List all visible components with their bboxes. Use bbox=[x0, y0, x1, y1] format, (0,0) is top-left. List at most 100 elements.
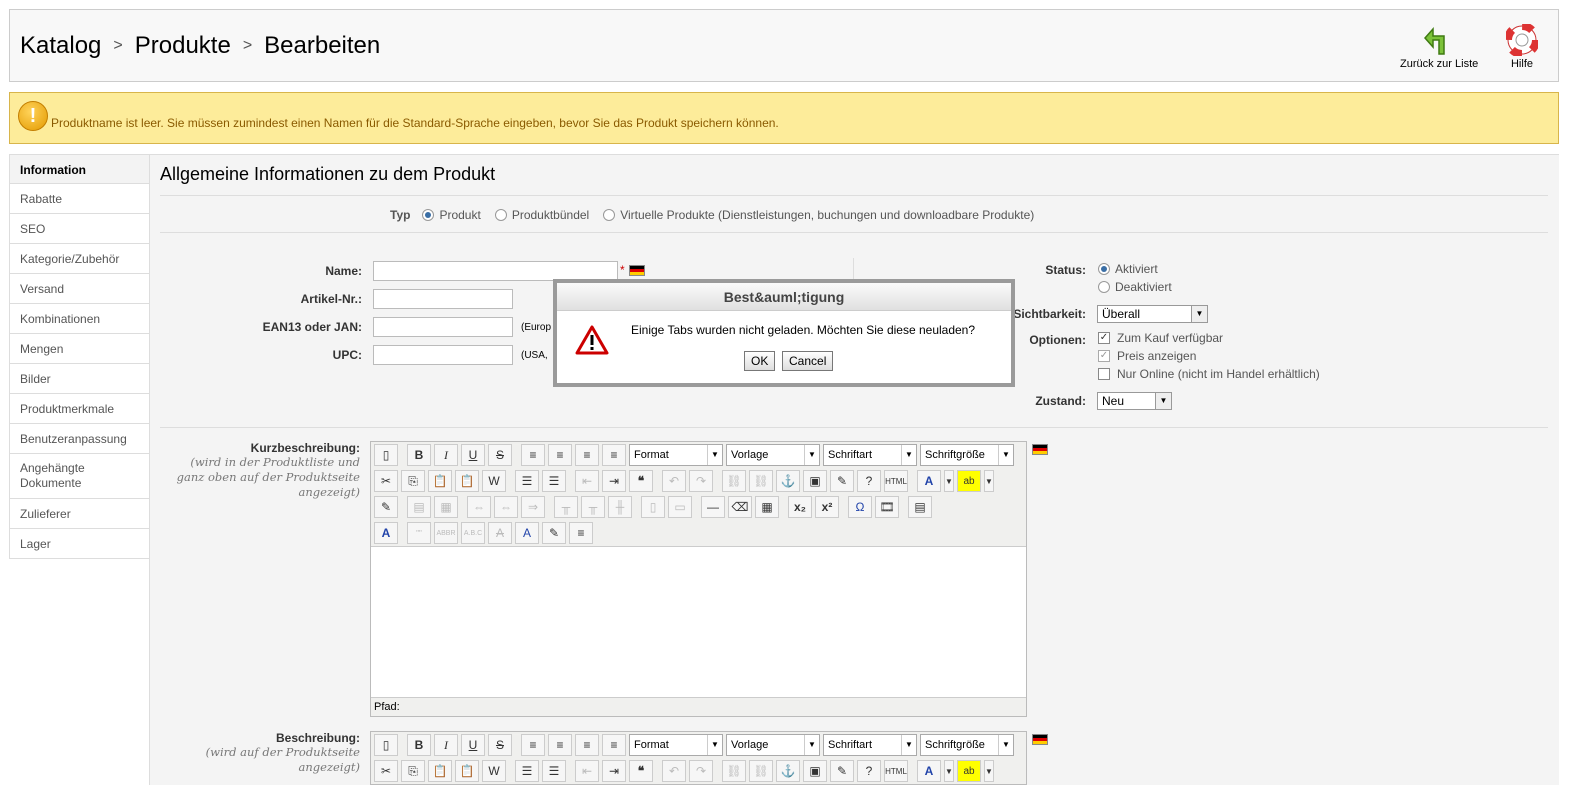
visibility-select[interactable]: Überall ▼ bbox=[1097, 305, 1208, 323]
unlink-icon[interactable]: ⛓ bbox=[749, 760, 773, 782]
help-button[interactable]: Hilfe bbox=[1505, 22, 1539, 70]
underline-icon[interactable]: U bbox=[461, 444, 485, 466]
tab-discounts[interactable]: Rabatte bbox=[9, 184, 150, 214]
tab-suppliers[interactable]: Zulieferer bbox=[9, 499, 150, 529]
copy-icon[interactable]: ⎘ bbox=[401, 470, 425, 492]
ins-icon[interactable]: A bbox=[515, 522, 539, 544]
german-flag-icon[interactable] bbox=[1032, 444, 1048, 455]
tab-combinations[interactable]: Kombinationen bbox=[9, 304, 150, 334]
align-left-icon[interactable]: ≡ bbox=[521, 444, 545, 466]
redo-icon[interactable]: ↷ bbox=[689, 470, 713, 492]
insert-row-before-icon[interactable]: ⇔ bbox=[467, 496, 491, 518]
type-radio-product[interactable] bbox=[422, 209, 435, 221]
tab-quantities[interactable]: Mengen bbox=[9, 334, 150, 364]
align-left-icon[interactable]: ≡ bbox=[521, 734, 545, 756]
font-dropdown[interactable]: Schriftart ▼ bbox=[823, 444, 917, 466]
delete-col-icon[interactable]: ╫ bbox=[608, 496, 632, 518]
insert-row-after-icon[interactable]: ⇔ bbox=[494, 496, 518, 518]
merge-cells-icon[interactable]: ▭ bbox=[668, 496, 692, 518]
breadcrumb-products[interactable]: Produkte bbox=[135, 32, 231, 60]
italic-icon[interactable]: I bbox=[434, 444, 458, 466]
help-icon[interactable]: ? bbox=[857, 470, 881, 492]
ok-button[interactable]: OK bbox=[744, 351, 776, 371]
paste-text-icon[interactable]: 📋 bbox=[455, 470, 479, 492]
nonbreaking-icon[interactable]: ≡ bbox=[569, 522, 593, 544]
german-flag-icon[interactable] bbox=[1032, 734, 1048, 745]
html-source-icon[interactable]: HTML bbox=[884, 760, 908, 782]
indent-icon[interactable]: ⇥ bbox=[602, 760, 626, 782]
anchor-icon[interactable]: ⚓ bbox=[776, 760, 800, 782]
align-center-icon[interactable]: ≡ bbox=[548, 444, 572, 466]
show-price-checkbox[interactable]: ✓ bbox=[1098, 350, 1110, 362]
name-input[interactable] bbox=[373, 261, 618, 281]
short-description-textarea[interactable] bbox=[371, 546, 1026, 698]
edit-icon[interactable]: ✎ bbox=[374, 496, 398, 518]
redo-icon[interactable]: ↷ bbox=[689, 760, 713, 782]
help-icon[interactable]: ? bbox=[857, 760, 881, 782]
blockquote-icon[interactable]: ❝ bbox=[629, 470, 653, 492]
tab-attachments[interactable]: Angehängte Dokumente bbox=[9, 454, 150, 499]
paste-icon[interactable]: 📋 bbox=[428, 760, 452, 782]
align-justify-icon[interactable]: ≡ bbox=[602, 444, 626, 466]
subscript-icon[interactable]: x₂ bbox=[788, 496, 812, 518]
tab-shipping[interactable]: Versand bbox=[9, 274, 150, 304]
tab-features[interactable]: Produktmerkmale bbox=[9, 394, 150, 424]
buy-available-checkbox[interactable]: ✓ bbox=[1098, 332, 1110, 344]
cleanup-icon[interactable]: ✎ bbox=[830, 470, 854, 492]
ean-input[interactable] bbox=[373, 317, 513, 337]
back-to-list-button[interactable]: Zurück zur Liste bbox=[1400, 22, 1478, 70]
acronym-icon[interactable]: A.B.C bbox=[461, 522, 485, 544]
tab-warehouses[interactable]: Lager bbox=[9, 529, 150, 559]
font-size-dropdown[interactable]: Schriftgröße ▼ bbox=[920, 444, 1014, 466]
type-radio-virtual[interactable] bbox=[603, 209, 616, 221]
dropdown-arrow-icon[interactable]: ▼ bbox=[984, 760, 994, 782]
tab-images[interactable]: Bilder bbox=[9, 364, 150, 394]
tab-seo[interactable]: SEO bbox=[9, 214, 150, 244]
cleanup-icon[interactable]: ✎ bbox=[830, 760, 854, 782]
outdent-icon[interactable]: ⇤ bbox=[575, 760, 599, 782]
numbered-list-icon[interactable]: ☰ bbox=[542, 760, 566, 782]
tab-category[interactable]: Kategorie/Zubehör bbox=[9, 244, 150, 274]
dropdown-arrow-icon[interactable]: ▼ bbox=[984, 470, 994, 492]
align-right-icon[interactable]: ≡ bbox=[575, 734, 599, 756]
german-flag-icon[interactable] bbox=[629, 265, 645, 276]
paste-word-icon[interactable]: W bbox=[482, 760, 506, 782]
align-justify-icon[interactable]: ≡ bbox=[602, 734, 626, 756]
align-right-icon[interactable]: ≡ bbox=[575, 444, 599, 466]
bold-icon[interactable]: B bbox=[407, 444, 431, 466]
highlight-color-icon[interactable]: ab bbox=[957, 470, 981, 492]
special-char-icon[interactable]: Ω bbox=[848, 496, 872, 518]
strikethrough-icon[interactable]: S bbox=[488, 444, 512, 466]
upc-input[interactable] bbox=[373, 345, 513, 365]
insert-col-before-icon[interactable]: ╥ bbox=[554, 496, 578, 518]
bullet-list-icon[interactable]: ☰ bbox=[515, 760, 539, 782]
dropdown-arrow-icon[interactable]: ▼ bbox=[944, 470, 954, 492]
status-radio-enabled[interactable] bbox=[1098, 263, 1110, 275]
blockquote-icon[interactable]: ❝ bbox=[629, 760, 653, 782]
html-source-icon[interactable]: HTML bbox=[884, 470, 908, 492]
table-row-props-icon[interactable]: ▤ bbox=[407, 496, 431, 518]
new-document-icon[interactable]: ▯ bbox=[374, 444, 398, 466]
underline-icon[interactable]: U bbox=[461, 734, 485, 756]
strikethrough-icon[interactable]: S bbox=[488, 734, 512, 756]
type-radio-bundle[interactable] bbox=[494, 209, 507, 221]
new-document-icon[interactable]: ▯ bbox=[374, 734, 398, 756]
abbr-icon[interactable]: ABBR bbox=[434, 522, 458, 544]
dropdown-arrow-icon[interactable]: ▼ bbox=[944, 760, 954, 782]
condition-select[interactable]: Neu ▼ bbox=[1097, 392, 1172, 410]
cut-icon[interactable]: ✂ bbox=[374, 470, 398, 492]
online-only-checkbox[interactable] bbox=[1098, 368, 1110, 380]
unlink-icon[interactable]: ⛓ bbox=[749, 470, 773, 492]
font-dropdown[interactable]: Schriftart ▼ bbox=[823, 734, 917, 756]
paste-text-icon[interactable]: 📋 bbox=[455, 760, 479, 782]
insert-col-after-icon[interactable]: ╥ bbox=[581, 496, 605, 518]
text-color-icon[interactable]: A bbox=[917, 470, 941, 492]
attributes-icon[interactable]: ✎ bbox=[542, 522, 566, 544]
font-size-dropdown[interactable]: Schriftgröße ▼ bbox=[920, 734, 1014, 756]
split-cells-icon[interactable]: ▯ bbox=[641, 496, 665, 518]
link-icon[interactable]: ⛓ bbox=[722, 470, 746, 492]
undo-icon[interactable]: ↶ bbox=[662, 760, 686, 782]
align-center-icon[interactable]: ≡ bbox=[548, 734, 572, 756]
table-cell-props-icon[interactable]: ▦ bbox=[434, 496, 458, 518]
superscript-icon[interactable]: x² bbox=[815, 496, 839, 518]
